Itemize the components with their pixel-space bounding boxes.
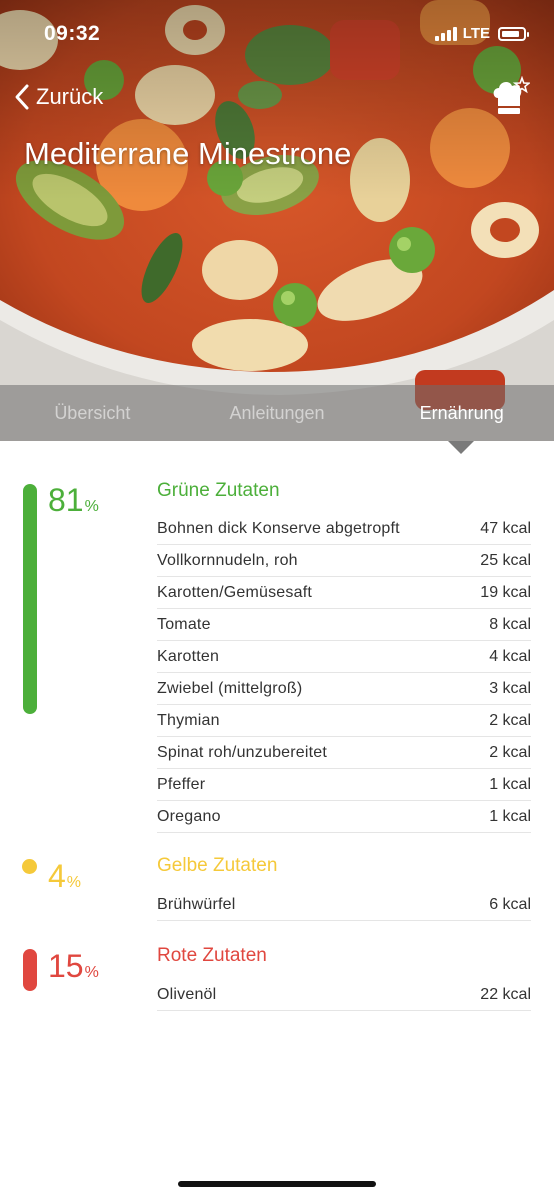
ingredient-name: Oregano [157, 807, 221, 825]
status-indicators: LTE [434, 25, 529, 42]
list-item: Olivenöl 22 kcal [157, 979, 531, 1011]
ingredient-kcal: 25 kcal [480, 551, 531, 569]
ingredient-name: Vollkornnudeln, roh [157, 551, 298, 569]
yellow-indicator-dot [22, 859, 37, 874]
list-item: Karotten/Gemüsesaft 19 kcal [157, 577, 531, 609]
list-item: Oregano 1 kcal [157, 801, 531, 833]
ingredient-name: Olivenöl [157, 985, 217, 1003]
list-item: Brühwürfel 6 kcal [157, 889, 531, 921]
red-percent-symbol: % [84, 964, 99, 981]
chef-hat-star-icon[interactable] [490, 76, 530, 118]
yellow-ingredient-list: Brühwürfel 6 kcal [157, 889, 531, 921]
green-percent-symbol: % [84, 498, 99, 515]
back-button[interactable]: Zurück [12, 82, 103, 112]
green-percent: 81% [48, 482, 99, 519]
ingredient-name: Karotten [157, 647, 220, 665]
ingredient-kcal: 22 kcal [480, 985, 531, 1003]
ingredient-kcal: 4 kcal [489, 647, 531, 665]
list-item: Spinat roh/unzubereitet 2 kcal [157, 737, 531, 769]
yellow-percent-symbol: % [66, 874, 82, 891]
ingredient-name: Brühwürfel [157, 895, 236, 913]
ingredient-name: Karotten/Gemüsesaft [157, 583, 312, 601]
tab-nutrition[interactable]: Ernährung [369, 385, 554, 441]
active-tab-caret [448, 441, 474, 454]
ingredient-kcal: 1 kcal [489, 775, 531, 793]
list-item: Vollkornnudeln, roh 25 kcal [157, 545, 531, 577]
ingredient-name: Bohnen dick Konserve abgetropft [157, 519, 400, 537]
ingredient-kcal: 8 kcal [489, 615, 531, 633]
ingredient-name: Pfeffer [157, 775, 206, 793]
network-type: LTE [462, 25, 490, 42]
chevron-left-icon [15, 84, 29, 110]
ingredient-kcal: 3 kcal [489, 679, 531, 697]
ingredient-name: Spinat roh/unzubereitet [157, 743, 328, 761]
green-ingredient-list: Bohnen dick Konserve abgetropft 47 kcal V… [157, 513, 531, 833]
recipe-hero-image: 09:32 LTE Zurück Mediterrane Minestrone … [0, 0, 554, 441]
yellow-percent: 4% [48, 858, 81, 895]
ingredient-kcal: 47 kcal [480, 519, 531, 537]
list-item: Bohnen dick Konserve abgetropft 47 kcal [157, 513, 531, 545]
tab-bar: Übersicht Anleitungen Ernährung [0, 385, 554, 441]
list-item: Zwiebel (mittelgroß) 3 kcal [157, 673, 531, 705]
red-indicator-bar [23, 949, 37, 991]
home-indicator[interactable] [178, 1181, 376, 1187]
red-percent-value: 15 [48, 948, 84, 984]
red-ingredient-list: Olivenöl 22 kcal [157, 979, 531, 1011]
green-group-title: Grüne Zutaten [157, 480, 280, 501]
ingredient-name: Zwiebel (mittelgroß) [157, 679, 303, 697]
back-label: Zurück [36, 84, 104, 109]
tab-overview[interactable]: Übersicht [0, 385, 185, 441]
ingredient-name: Thymian [157, 711, 220, 729]
ingredient-name: Tomate [157, 615, 211, 633]
list-item: Tomate 8 kcal [157, 609, 531, 641]
green-percent-value: 81 [48, 482, 84, 518]
ingredient-kcal: 2 kcal [489, 743, 531, 761]
list-item: Karotten 4 kcal [157, 641, 531, 673]
yellow-group-title: Gelbe Zutaten [157, 855, 278, 876]
green-indicator-bar [23, 484, 37, 714]
status-time: 09:32 [44, 22, 101, 45]
red-percent: 15% [48, 948, 99, 985]
list-item: Pfeffer 1 kcal [157, 769, 531, 801]
battery-icon [498, 26, 529, 41]
list-item: Thymian 2 kcal [157, 705, 531, 737]
yellow-percent-value: 4 [48, 858, 66, 894]
recipe-title: Mediterrane Minestrone [24, 136, 352, 171]
ingredient-kcal: 1 kcal [489, 807, 531, 825]
tab-instructions[interactable]: Anleitungen [185, 385, 370, 441]
ingredient-kcal: 19 kcal [480, 583, 531, 601]
ingredient-kcal: 2 kcal [489, 711, 531, 729]
ingredient-kcal: 6 kcal [489, 895, 531, 913]
signal-icon [434, 26, 457, 41]
status-bar: 09:32 LTE [0, 0, 554, 70]
red-group-title: Rote Zutaten [157, 945, 267, 966]
